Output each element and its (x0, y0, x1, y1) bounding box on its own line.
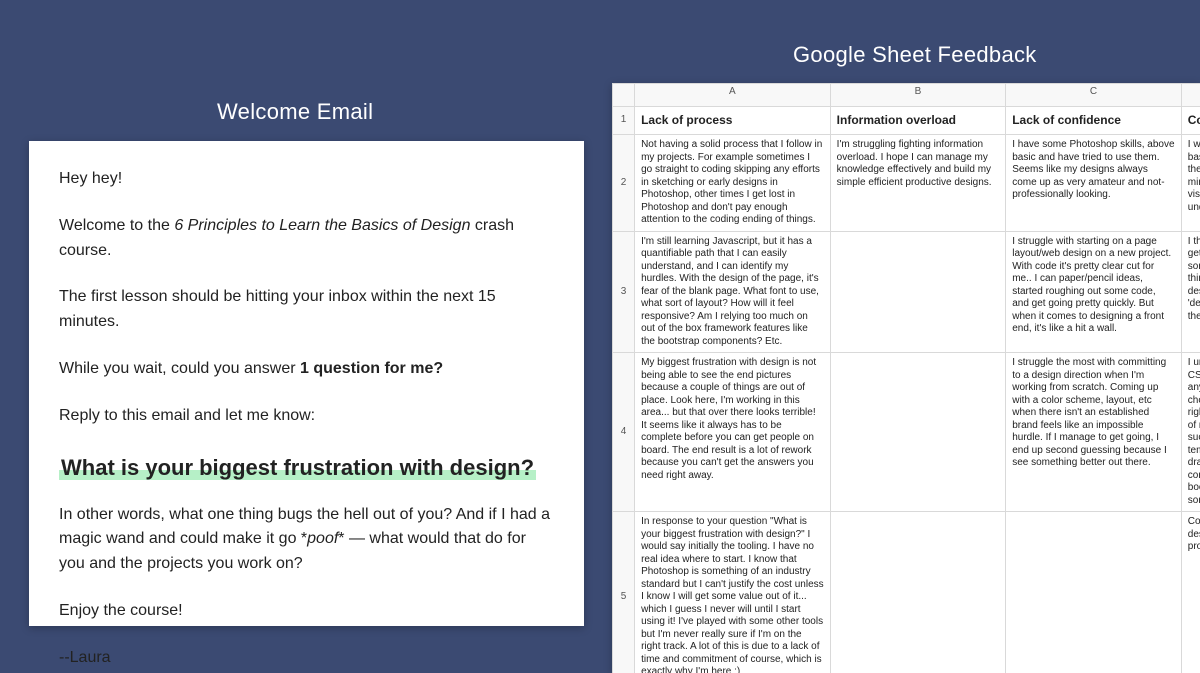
email-greeting: Hey hey! (59, 167, 554, 192)
email-text: While you wait, could you answer (59, 360, 300, 377)
cell[interactable]: In response to your question "What is yo… (635, 512, 831, 673)
email-poof: poof (307, 530, 338, 547)
cell[interactable]: I underst CSS, sa anything choices right… (1181, 353, 1200, 512)
email-course-title: 6 Principles to Learn the Basics of Desi… (174, 217, 470, 234)
header-cell[interactable]: Lack of confidence (1006, 107, 1182, 135)
email-line-enjoy: Enjoy the course! (59, 599, 554, 624)
cell[interactable]: My biggest frustration with design is no… (635, 353, 831, 512)
row-number[interactable]: 1 (613, 107, 635, 135)
cell[interactable] (830, 353, 1006, 512)
email-line-reply: Reply to this email and let me know: (59, 404, 554, 429)
cell[interactable]: I'm still learning Javascript, but it ha… (635, 231, 831, 353)
google-sheet-card: A B C D 1 Lack of process Information ov… (612, 83, 1200, 673)
cell[interactable] (1006, 512, 1182, 673)
email-question-line: What is your biggest frustration with de… (59, 451, 554, 485)
cell[interactable] (830, 512, 1006, 673)
col-letter[interactable]: C (1006, 84, 1182, 107)
col-letter[interactable]: A (635, 84, 831, 107)
email-question-highlight: What is your biggest frustration with de… (59, 455, 536, 480)
email-one-question: 1 question for me? (300, 360, 443, 377)
section-label-sheet: Google Sheet Feedback (793, 42, 1037, 68)
table-row: 3I'm still learning Javascript, but it h… (613, 231, 1200, 353)
cell[interactable]: I'm struggling fighting information over… (830, 135, 1006, 232)
section-label-email: Welcome Email (217, 99, 373, 125)
spreadsheet-grid[interactable]: A B C D 1 Lack of process Information ov… (612, 83, 1200, 673)
header-row: 1 Lack of process Information overload L… (613, 107, 1200, 135)
cell[interactable]: I have some Photoshop skills, above basi… (1006, 135, 1182, 232)
cell[interactable] (830, 231, 1006, 353)
cell[interactable]: I struggle with starting on a page layou… (1006, 231, 1182, 353)
welcome-email-card: Hey hey! Welcome to the 6 Principles to … (29, 141, 584, 626)
col-letter[interactable]: D (1181, 84, 1200, 107)
email-line-ask: While you wait, could you answer 1 quest… (59, 357, 554, 382)
row-number[interactable]: 2 (613, 135, 635, 232)
cell[interactable]: I think th getting t some gr think Im to… (1181, 231, 1200, 353)
row-number[interactable]: 4 (613, 353, 635, 512)
header-cell[interactable]: Comin (1181, 107, 1200, 135)
email-line-welcome: Welcome to the 6 Principles to Learn the… (59, 214, 554, 264)
cell[interactable]: Coming design i prototyp (1181, 512, 1200, 673)
email-line-timing: The first lesson should be hitting your … (59, 285, 554, 335)
header-cell[interactable]: Lack of process (635, 107, 831, 135)
cell[interactable]: I would l basics o of the pr my mind to … (1181, 135, 1200, 232)
table-row: 4My biggest frustration with design is n… (613, 353, 1200, 512)
corner-cell[interactable] (613, 84, 635, 107)
cell[interactable]: I struggle the most with committing to a… (1006, 353, 1182, 512)
row-number[interactable]: 3 (613, 231, 635, 353)
table-row: 2Not having a solid process that I follo… (613, 135, 1200, 232)
email-signature: --Laura (59, 646, 554, 671)
table-row: 5In response to your question "What is y… (613, 512, 1200, 673)
email-line-elaborate: In other words, what one thing bugs the … (59, 503, 554, 577)
row-number[interactable]: 5 (613, 512, 635, 673)
cell[interactable]: Not having a solid process that I follow… (635, 135, 831, 232)
email-text: Welcome to the (59, 217, 174, 234)
column-letter-row: A B C D (613, 84, 1200, 107)
header-cell[interactable]: Information overload (830, 107, 1006, 135)
col-letter[interactable]: B (830, 84, 1006, 107)
